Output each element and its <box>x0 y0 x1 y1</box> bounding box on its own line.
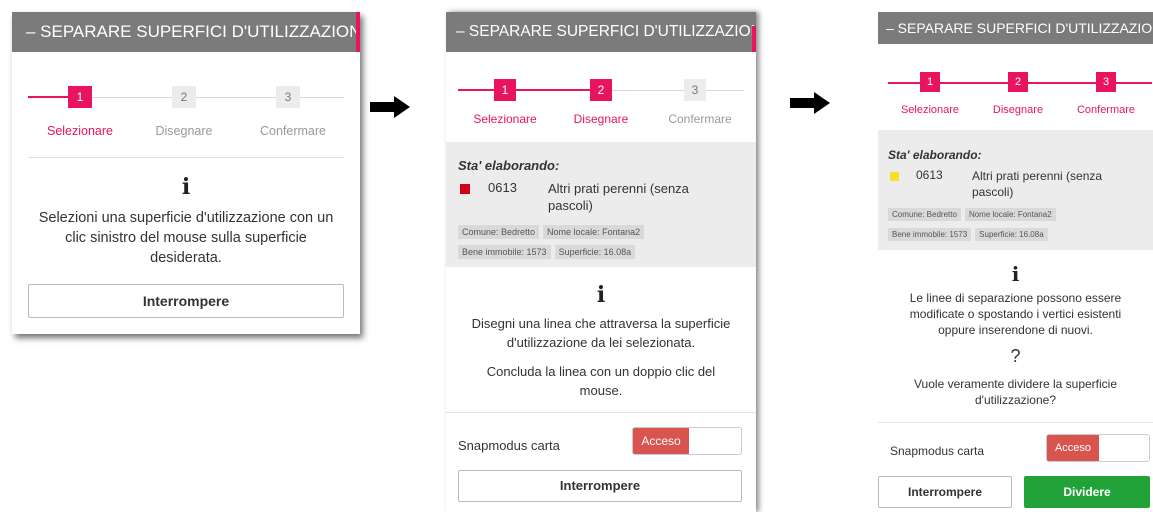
selected-area-details: Sta' elaborando: 0613 Altri prati perenn… <box>446 142 756 267</box>
step-1-label: Selezionare <box>46 124 113 138</box>
divider <box>28 157 344 158</box>
instruction-text-2: Concluda la linea con un doppio clic del… <box>486 364 716 398</box>
area-color-swatch <box>890 172 899 181</box>
step-2-label: Disegnare <box>155 124 213 138</box>
divider <box>878 422 1153 423</box>
dialog-title[interactable]: – SEPARARE SUPERFICI D'UTILIZZAZIONE <box>12 12 360 52</box>
step-line <box>888 82 920 84</box>
step-3-number: 3 <box>684 79 706 101</box>
cancel-button[interactable]: Interrompere <box>28 284 344 318</box>
step-2-label: Disegnare <box>992 104 1044 116</box>
dialog-step-1: – SEPARARE SUPERFICI D'UTILIZZAZIONE 1 2… <box>12 12 360 334</box>
dialog-step-3: – SEPARARE SUPERFICI D'UTILIZZAZIONE 1 2… <box>878 12 1153 512</box>
processing-label: Sta' elaborando: <box>888 148 982 162</box>
step-3-label: Confermare <box>1076 104 1136 116</box>
dialog-title[interactable]: – SEPARARE SUPERFICI D'UTILIZZAZIONE <box>878 12 1153 44</box>
arrow-right-icon <box>370 96 410 118</box>
step-line <box>92 97 172 98</box>
snap-mode-label: Snapmodus carta <box>458 438 560 453</box>
step-3-number: 3 <box>1096 72 1116 92</box>
step-2-number: 2 <box>1008 72 1028 92</box>
accent-stripe <box>752 26 756 52</box>
info-icon: i <box>1011 262 1020 286</box>
area-description: Altri prati perenni (senza pascoli) <box>972 169 1103 199</box>
instruction-text: Selezioni una superficie d'utilizzazione… <box>38 210 334 266</box>
step-line <box>706 90 744 91</box>
step-2-number: 2 <box>590 79 612 101</box>
instruction-text: Disegni una linea che attraversa la supe… <box>471 316 731 350</box>
divide-button[interactable]: Dividere <box>1024 476 1150 508</box>
tag-nome-locale: Nome locale: Fontana2 <box>964 208 1056 221</box>
dialog-title[interactable]: – SEPARARE SUPERFICI D'UTILIZZAZIONE <box>446 12 756 52</box>
arrow-right-icon <box>790 92 830 114</box>
step-line <box>1116 82 1152 84</box>
tag-superficie: Superficie: 16.08a <box>554 245 636 259</box>
step-line <box>940 82 1008 84</box>
step-3-label: Confermare <box>260 124 326 138</box>
info-icon: i <box>596 282 606 308</box>
step-1-number: 1 <box>68 86 92 108</box>
step-line <box>1028 82 1096 84</box>
tag-comune: Comune: Bedretto <box>888 208 961 221</box>
divider <box>446 412 756 413</box>
tag-bene-immobile: Bene immobile: 1573 <box>458 245 551 259</box>
snap-mode-toggle[interactable]: Acceso <box>632 427 742 455</box>
step-1-label: Selezionare <box>473 112 537 126</box>
toggle-on-label: Acceso <box>633 428 689 454</box>
processing-label: Sta' elaborando: <box>458 158 560 173</box>
question-icon: ? <box>1010 346 1021 366</box>
step-line <box>516 89 590 91</box>
tag-comune: Comune: Bedretto <box>458 225 540 239</box>
tag-superficie: Superficie: 16.08a <box>975 228 1048 241</box>
tag-bene-immobile: Bene immobile: 1573 <box>888 228 972 241</box>
area-code: 0613 <box>488 180 517 195</box>
area-color-swatch <box>460 184 470 194</box>
area-code: 0613 <box>916 168 943 182</box>
step-2-number: 2 <box>172 86 196 108</box>
step-1-number: 1 <box>920 72 940 92</box>
step-line <box>612 90 684 91</box>
step-line <box>196 97 276 98</box>
step-1-number: 1 <box>494 79 516 101</box>
snap-mode-label: Snapmodus carta <box>890 444 985 458</box>
dialog-step-2: – SEPARARE SUPERFICI D'UTILIZZAZIONE 1 2… <box>446 12 756 512</box>
snap-mode-toggle[interactable]: Acceso <box>1046 434 1150 462</box>
toggle-on-label: Acceso <box>1047 435 1099 461</box>
tag-nome-locale: Nome locale: Fontana2 <box>543 225 645 239</box>
confirm-question: Vuole veramente dividere la superficie d… <box>914 377 1117 407</box>
step-1-label: Selezionare <box>900 104 960 116</box>
accent-stripe <box>356 12 360 52</box>
cancel-button[interactable]: Interrompere <box>458 470 742 502</box>
step-3-number: 3 <box>276 86 300 108</box>
info-icon: i <box>181 174 191 200</box>
selected-area-details: Sta' elaborando: 0613 Altri prati perenn… <box>878 130 1153 250</box>
step-line <box>458 89 494 91</box>
step-2-label: Disegnare <box>573 112 629 126</box>
area-tags: Comune: Bedretto Nome locale: Fontana2 Be… <box>458 222 748 262</box>
step-line <box>28 96 68 98</box>
cancel-button[interactable]: Interrompere <box>878 476 1012 508</box>
area-tags: Comune: Bedretto Nome locale: Fontana2 Be… <box>888 204 1148 244</box>
step-line <box>300 97 344 98</box>
step-3-label: Confermare <box>668 112 732 126</box>
area-description: Altri prati perenni (senza pascoli) <box>548 181 689 213</box>
instruction-text: Le linee di separazione possono essere m… <box>909 291 1122 337</box>
